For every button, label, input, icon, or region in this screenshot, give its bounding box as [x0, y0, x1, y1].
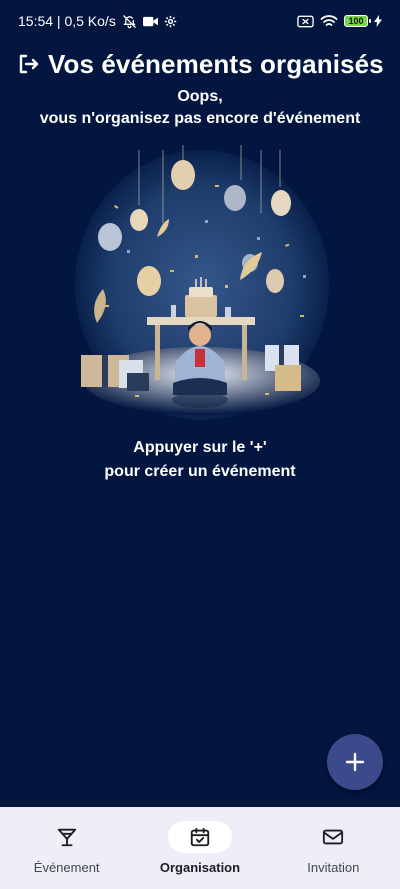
status-time-speed: 15:54 | 0,5 Ko/s: [18, 13, 116, 29]
battery-icon: 100: [344, 15, 371, 27]
sim-card-x-icon: [297, 15, 314, 28]
cocktail-glass-icon: [56, 826, 78, 848]
nav-icon-container: [301, 821, 365, 853]
nav-item-organisation[interactable]: Organisation: [133, 807, 266, 889]
empty-state-line2: vous n'organisez pas encore d'événement: [39, 110, 361, 127]
page-title: Vos événements organisés: [48, 48, 384, 79]
settings-gear-icon: [164, 15, 177, 28]
nav-item-evenement[interactable]: Événement: [0, 807, 133, 889]
empty-state-line1: Oops,: [177, 88, 223, 105]
hint-line1: Appuyer sur le '+': [133, 439, 267, 456]
nav-label-invitation: Invitation: [307, 860, 360, 875]
create-event-hint: Appuyer sur le '+' pour créer un événeme…: [0, 436, 400, 484]
nav-label-organisation: Organisation: [159, 860, 241, 875]
hint-line2: pour créer un événement: [104, 463, 296, 480]
nav-item-invitation[interactable]: Invitation: [267, 807, 400, 889]
video-camera-icon: [142, 15, 158, 28]
empty-state-message: Oops, vous n'organisez pas encore d'évén…: [0, 86, 400, 130]
bottom-navigation: Événement Organisation Invitation: [0, 807, 400, 889]
status-right: 100: [297, 14, 382, 28]
nav-label-evenement: Événement: [33, 860, 100, 875]
envelope-icon: [322, 826, 344, 848]
bell-off-icon: [122, 14, 137, 29]
status-bar: 15:54 | 0,5 Ko/s 100: [0, 0, 400, 42]
nav-icon-container: [35, 821, 99, 853]
calendar-check-icon: [189, 826, 211, 848]
plus-icon: [345, 752, 365, 772]
page-header: Vos événements organisés: [16, 46, 390, 82]
logout-icon[interactable]: [16, 52, 40, 76]
party-illustration: [75, 145, 330, 420]
charging-bolt-icon: [374, 15, 382, 27]
status-left: 15:54 | 0,5 Ko/s: [18, 13, 177, 29]
add-event-button[interactable]: [327, 734, 383, 790]
nav-icon-container-active: [167, 821, 232, 853]
wifi-icon: [320, 14, 338, 28]
